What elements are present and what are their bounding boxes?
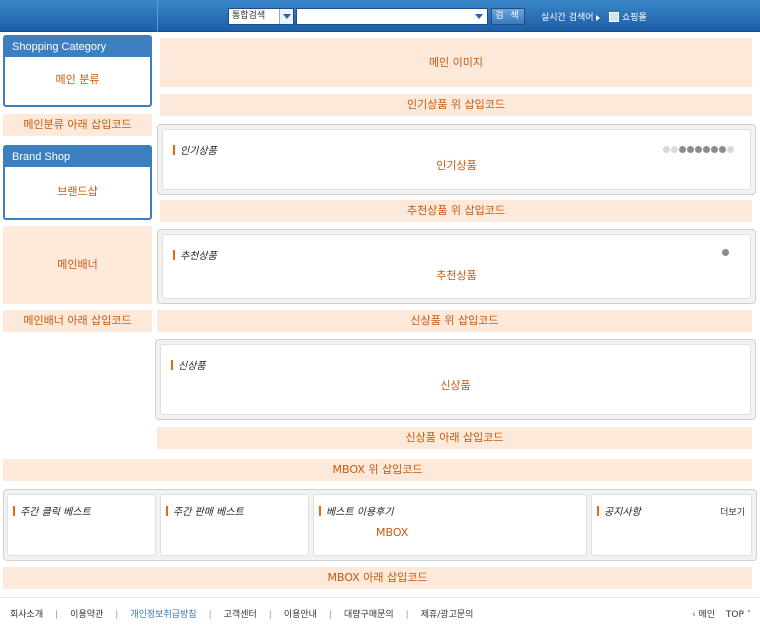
chevron-up-icon: ˄ (746, 610, 752, 620)
mall-link[interactable]: 쇼핑몰 (609, 10, 647, 23)
popular-page-dot[interactable] (727, 146, 734, 153)
recommended-panel: 추천상품 추천상품 (157, 229, 756, 304)
new-products-panel: 신상품 신상품 (155, 339, 756, 420)
recommended-page-dot[interactable] (722, 249, 729, 256)
popular-page-dot[interactable] (687, 146, 694, 153)
realtime-keywords-label: 실시간 검색어 (541, 13, 594, 23)
best-review-box: 베스트 이용후기 MBOX (313, 494, 587, 556)
brand-title: Brand Shop (5, 147, 150, 167)
notice-more-link[interactable]: 더보기 (720, 505, 745, 518)
footer-separator: | (115, 610, 119, 620)
realtime-keywords-link[interactable]: 실시간 검색어 (541, 10, 600, 23)
best-review-title: 베스트 이용후기 (319, 503, 394, 518)
popular-page-dot[interactable] (719, 146, 726, 153)
footer-link[interactable]: 이용안내 (284, 610, 317, 620)
below-banner-slot: 메인배너 아래 삽입코드 (3, 310, 152, 332)
category-body[interactable]: 메인 분류 (5, 57, 150, 103)
footer-link[interactable]: 제휴/광고문의 (421, 610, 474, 620)
title-bar-marker (319, 506, 321, 516)
footer-nav: ‹ 메인 TOP ˄ (692, 607, 751, 620)
new-products-body: 신상품 (440, 379, 471, 392)
footer-separator: | (405, 610, 409, 620)
footer-link[interactable]: 개인정보취급방침 (130, 610, 196, 620)
popular-panel-inner: 인기상품 인기상품 (162, 129, 751, 190)
main-image[interactable]: 메인 이미지 (160, 38, 752, 87)
mall-label: 쇼핑몰 (622, 13, 647, 23)
notice-box: 공지사항 더보기 (591, 494, 752, 556)
notice-title: 공지사항 (597, 503, 641, 518)
title-bar-marker (173, 250, 175, 260)
weekly-click-best-box: 주간 클릭 베스트 (7, 494, 156, 556)
category-box: Shopping Category 메인 분류 (3, 35, 152, 107)
search-scope-value: 통합검색 (232, 11, 266, 21)
main-link[interactable]: 메인 (698, 610, 715, 620)
main-banner[interactable]: 메인배너 (3, 226, 152, 304)
footer-separator: | (208, 610, 212, 620)
best-review-title-text: 베스트 이용후기 (326, 507, 394, 518)
weekly-click-best-title: 주간 클릭 베스트 (13, 503, 91, 518)
title-bar-marker (597, 506, 599, 516)
chevron-left-icon: ‹ (692, 610, 696, 620)
footer-link[interactable]: 대량구매문의 (344, 610, 394, 620)
footer-separator: | (55, 610, 59, 620)
footer-separator: | (268, 610, 272, 620)
footer-link[interactable]: 이용약관 (70, 610, 103, 620)
title-bar-marker (13, 506, 15, 516)
category-title: Shopping Category (5, 37, 150, 57)
brand-body[interactable]: 브랜드샵 (5, 167, 150, 216)
mall-icon (609, 12, 619, 22)
notice-title-text: 공지사항 (604, 507, 641, 518)
below-new-slot: 신상품 아래 삽입코드 (157, 427, 752, 449)
top-link[interactable]: TOP (726, 610, 744, 620)
title-bar-marker (173, 145, 175, 155)
below-mbox-slot: MBOX 아래 삽입코드 (3, 567, 752, 589)
popular-pagination (662, 143, 734, 156)
chevron-down-icon[interactable] (475, 14, 483, 19)
popular-panel: 인기상품 인기상품 (157, 124, 756, 195)
recommended-title-text: 추천상품 (180, 251, 217, 262)
footer-links: 회사소개 | 이용약관 | 개인정보취급방침 | 고객센터 | 이용안내 | 대량구매문의 | 제휴/광… (10, 607, 473, 620)
above-mbox-slot: MBOX 위 삽입코드 (3, 459, 752, 481)
recommended-body: 추천상품 (436, 269, 477, 282)
above-recommended-slot: 추천상품 위 삽입코드 (160, 200, 752, 222)
popular-page-dot[interactable] (711, 146, 718, 153)
footer-link[interactable]: 회사소개 (10, 610, 43, 620)
popular-title-text: 인기상품 (180, 146, 217, 157)
top-bar: 통합검색 검 색 실시간 검색어 쇼핑몰 (0, 0, 760, 32)
search-button[interactable]: 검 색 (491, 8, 525, 25)
new-products-panel-inner: 신상품 신상품 (160, 344, 751, 415)
search-input[interactable] (296, 8, 488, 25)
popular-page-dot[interactable] (703, 146, 710, 153)
weekly-sales-best-title-text: 주간 판매 베스트 (173, 507, 244, 518)
popular-page-dot[interactable] (671, 146, 678, 153)
popular-body: 인기상품 (436, 159, 477, 172)
above-popular-slot: 인기상품 위 삽입코드 (160, 94, 752, 116)
popular-page-dot[interactable] (695, 146, 702, 153)
new-products-title: 신상품 (171, 357, 206, 372)
footer: 회사소개 | 이용약관 | 개인정보취급방침 | 고객센터 | 이용안내 | 대량구매문의 | 제휴/광… (0, 597, 760, 630)
weekly-sales-best-box: 주간 판매 베스트 (160, 494, 309, 556)
top-bar-left-area (0, 0, 158, 32)
new-products-title-text: 신상품 (178, 361, 206, 372)
search-scope-select[interactable]: 통합검색 (228, 8, 294, 25)
popular-page-dot[interactable] (663, 146, 670, 153)
recommended-title: 추천상품 (173, 247, 217, 262)
caret-right-icon (595, 14, 600, 21)
weekly-sales-best-title: 주간 판매 베스트 (166, 503, 244, 518)
popular-title: 인기상품 (173, 142, 217, 157)
chevron-down-icon[interactable] (279, 9, 293, 24)
footer-separator: | (328, 610, 332, 620)
title-bar-marker (166, 506, 168, 516)
below-category-slot: 메인분류 아래 삽입코드 (3, 114, 152, 136)
footer-link[interactable]: 고객센터 (224, 610, 257, 620)
above-new-slot: 신상품 위 삽입코드 (157, 310, 752, 332)
title-bar-marker (171, 360, 173, 370)
brand-box: Brand Shop 브랜드샵 (3, 145, 152, 220)
popular-page-dot[interactable] (679, 146, 686, 153)
recommended-panel-inner: 추천상품 추천상품 (162, 234, 751, 299)
weekly-click-best-title-text: 주간 클릭 베스트 (20, 507, 91, 518)
best-review-body: MBOX (376, 526, 409, 539)
